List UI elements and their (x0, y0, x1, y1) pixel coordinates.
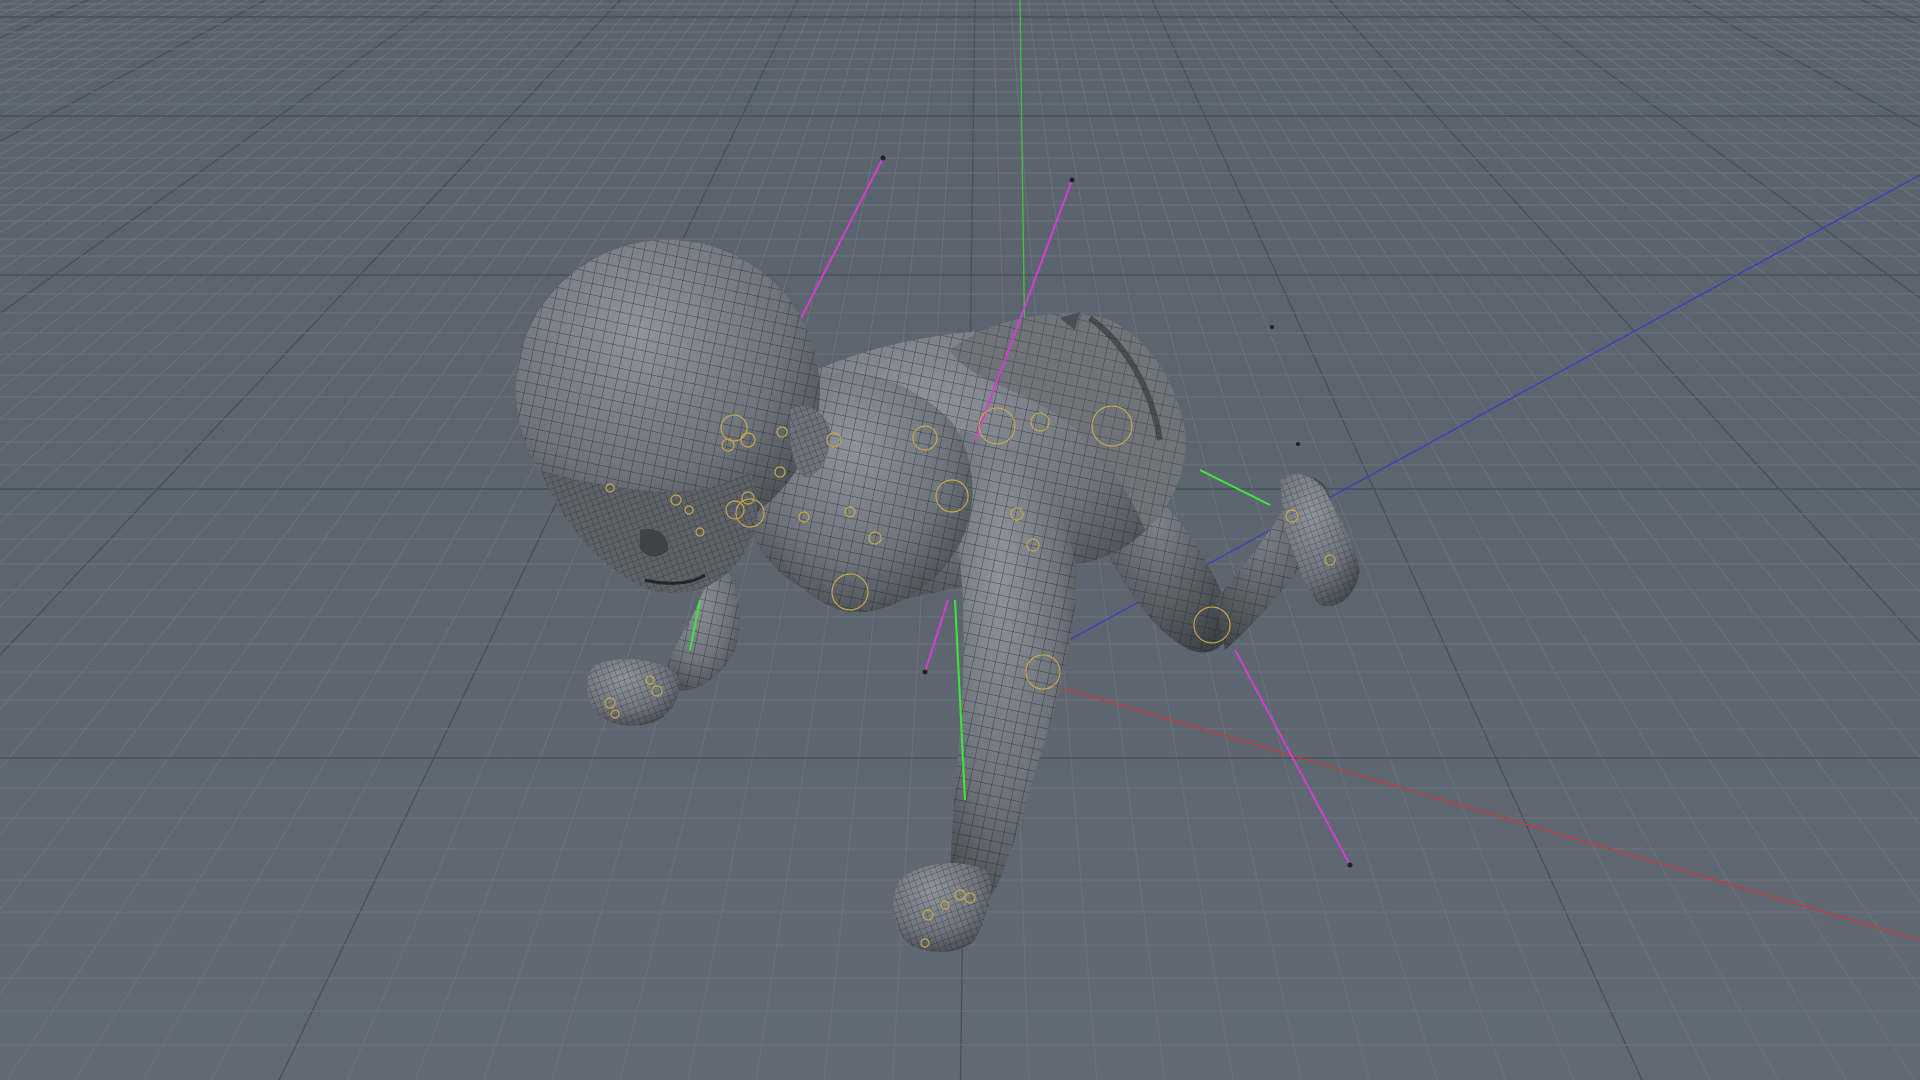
grid-line (1311, 0, 1920, 698)
grid-line (1878, 0, 1920, 18)
ik-pole-target (880, 155, 886, 161)
crawling-baby-mesh[interactable] (516, 240, 1360, 952)
locator (1270, 325, 1274, 329)
grid-line (1309, 0, 1920, 1080)
grid-line (0, 0, 19, 8)
grid-line (1505, 0, 1920, 299)
grid-line (0, 0, 1, 1)
bone-line (1199, 469, 1271, 506)
grid-line (1281, 0, 1920, 1080)
grid-line (1895, 0, 1920, 11)
grid-line (1258, 0, 1920, 903)
locator (1296, 442, 1300, 446)
grid-line (0, 0, 665, 1080)
grid-line (0, 0, 654, 1080)
3d-viewport[interactable] (0, 0, 1920, 1080)
ik-pole-target (1347, 862, 1353, 868)
grid-line (0, 0, 659, 1080)
rig-controls-back[interactable] (799, 155, 886, 321)
grid-line (1314, 0, 1920, 1080)
grid-line (1364, 0, 1920, 549)
grid-line (1842, 0, 1920, 35)
grid-line (1452, 0, 1920, 375)
grid-line (1399, 0, 1920, 471)
grid-line (1488, 0, 1920, 323)
grid-line (1417, 0, 1920, 436)
grid-line (1913, 0, 1920, 3)
grid-line (0, 0, 642, 1080)
grid-line (1382, 0, 1920, 508)
ik-pole-line (924, 599, 949, 673)
grid-line (1286, 0, 1920, 1080)
grid-line (1435, 0, 1920, 404)
ik-pole-target (922, 669, 928, 675)
grid-line (1859, 0, 1920, 26)
grid-line (1328, 0, 1920, 643)
ik-pole-target (1069, 177, 1075, 183)
viewport-canvas[interactable] (0, 0, 1920, 1080)
